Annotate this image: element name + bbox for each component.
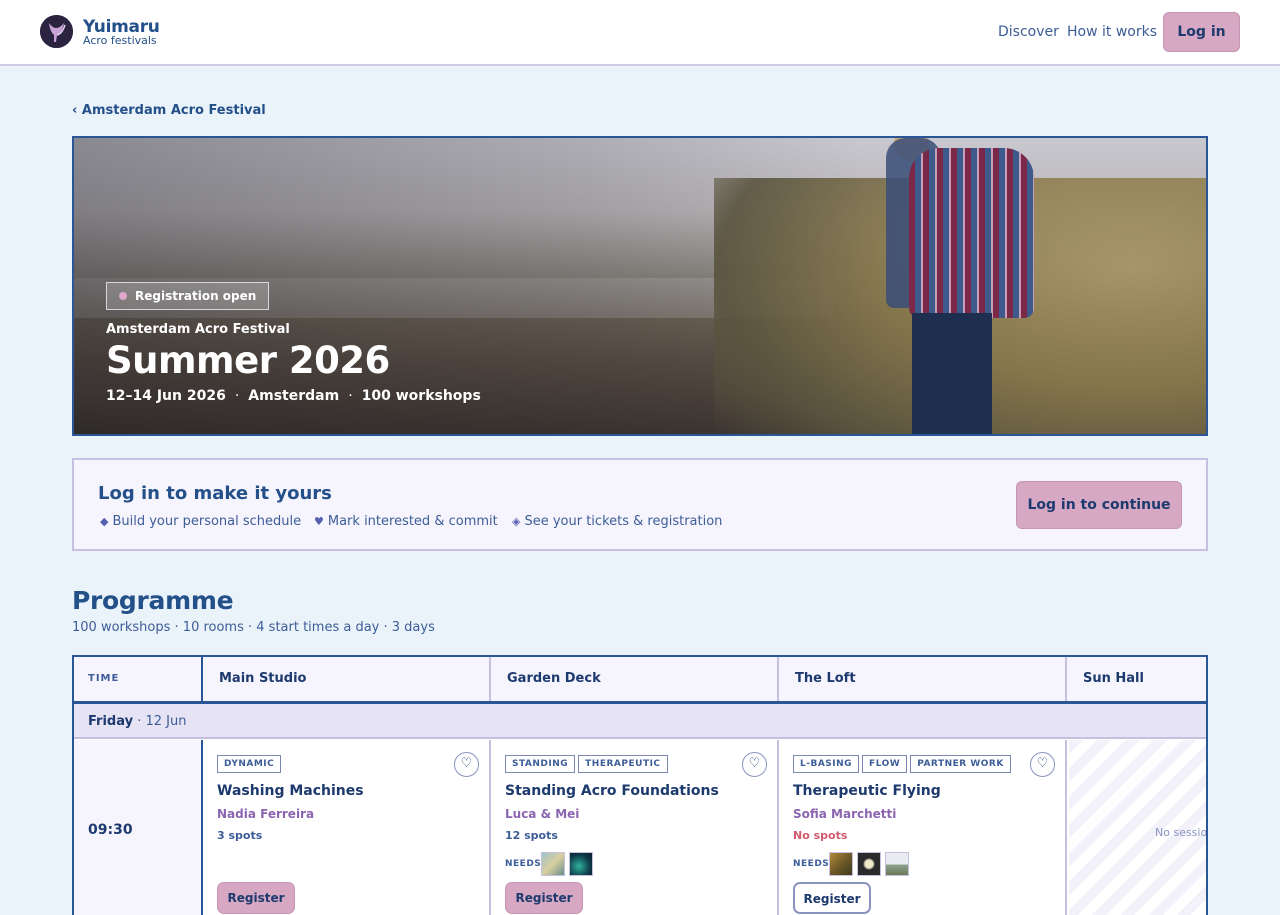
workshop-tags: STANDING THERAPEUTIC <box>505 751 671 773</box>
needs-label: NEEDS <box>505 859 542 869</box>
nav-link-discover[interactable]: Discover <box>998 24 1059 40</box>
workshop-spots: 12 spots <box>505 829 558 842</box>
back-to-festival-link[interactable]: ‹ Amsterdam Acro Festival <box>72 103 266 118</box>
promo-feature-label: Build your personal schedule <box>112 514 302 529</box>
no-sessions-label: No sessions <box>1155 826 1208 839</box>
meta-separator: · <box>234 388 240 404</box>
promo-title: Log in to make it yours <box>98 483 332 504</box>
column-header-room: Main Studio <box>203 657 491 701</box>
workshop-teacher: Nadia Ferreira <box>217 807 315 821</box>
login-button[interactable]: Log in <box>1163 12 1240 52</box>
needs-thumbnail-image[interactable] <box>541 852 565 876</box>
needs-thumbnail-image[interactable] <box>829 852 853 876</box>
needs-thumbnail-image[interactable] <box>569 852 593 876</box>
favorite-heart-icon[interactable]: ♡ <box>454 752 479 777</box>
day-name: Friday <box>88 714 134 729</box>
workshop-teacher: Luca & Mei <box>505 807 580 821</box>
workshop-tags: L-BASING FLOW PARTNER WORK <box>793 751 1014 773</box>
festival-name: Amsterdam Acro Festival <box>106 322 290 337</box>
promo-feature-schedule: ◆ Build your personal schedule <box>100 514 301 529</box>
programme-grid: TIME Main Studio Garden Deck The Loft Su… <box>72 655 1208 915</box>
event-hero: Registration open Amsterdam Acro Festiva… <box>72 136 1208 436</box>
event-dates: 12–14 Jun 2026 <box>106 388 226 404</box>
programme-heading: Programme <box>72 586 234 615</box>
workshop-tag: STANDING <box>505 755 576 773</box>
column-header-room: Sun Hall <box>1067 657 1206 701</box>
workshop-card[interactable]: DYNAMIC ♡ Washing Machines Nadia Ferreir… <box>203 740 491 915</box>
workshop-tag: THERAPEUTIC <box>578 755 668 773</box>
diamond-icon: ◆ <box>100 515 109 528</box>
promo-feature-label: Mark interested & commit <box>327 514 498 529</box>
heart-icon: ♥ <box>314 515 324 528</box>
time-slot-label: 09:30 <box>88 822 133 838</box>
needs-label: NEEDS <box>793 859 830 869</box>
workshop-teacher: Sofia Marchetti <box>793 807 897 821</box>
registration-status-label: Registration open <box>135 289 257 303</box>
needs-thumbnail-image[interactable] <box>857 852 881 876</box>
workshop-spots: 3 spots <box>217 829 263 842</box>
workshop-tag: L-BASING <box>793 755 860 773</box>
yuimaru-logo-icon[interactable] <box>40 15 73 48</box>
login-promo-panel: Log in to make it yours ◆ Build your pers… <box>72 458 1208 551</box>
workshop-card[interactable]: L-BASING FLOW PARTNER WORK ♡ Therapeutic F… <box>779 740 1067 915</box>
favorite-heart-icon[interactable]: ♡ <box>1030 752 1055 777</box>
empty-session-cell: No sessions <box>1069 740 1208 915</box>
promo-feature-label: See your tickets & registration <box>524 514 723 529</box>
workshop-tag: FLOW <box>862 755 908 773</box>
workshop-card[interactable]: STANDING THERAPEUTIC ♡ Standing Acro Foun… <box>491 740 779 915</box>
nav-link-how-it-works[interactable]: How it works <box>1067 24 1157 40</box>
day-date: · 12 Jun <box>137 714 187 729</box>
brand-tagline: Acro festivals <box>83 34 157 47</box>
column-header-room: Garden Deck <box>491 657 779 701</box>
event-workshop-count: 100 workshops <box>361 388 481 404</box>
time-slot-cell: 09:30 <box>74 740 203 915</box>
workshop-tag: PARTNER WORK <box>910 755 1011 773</box>
login-to-continue-button[interactable]: Log in to continue <box>1016 481 1182 529</box>
registration-status-badge: Registration open <box>106 282 270 310</box>
column-header-time: TIME <box>74 657 203 701</box>
column-header-room: The Loft <box>779 657 1067 701</box>
status-dot-icon <box>119 292 127 300</box>
workshop-tag: DYNAMIC <box>217 755 282 773</box>
event-title: Summer 2026 <box>106 339 390 382</box>
workshop-title[interactable]: Therapeutic Flying <box>793 783 941 799</box>
day-row-friday: Friday · 12 Jun <box>74 704 1206 739</box>
register-button[interactable]: Register <box>217 882 295 914</box>
ticket-icon: ◈ <box>512 515 521 528</box>
needs-thumbnail-image[interactable] <box>885 852 909 876</box>
promo-feature-tickets: ◈ See your tickets & registration <box>512 514 722 529</box>
workshop-title[interactable]: Washing Machines <box>217 783 364 799</box>
register-button[interactable]: Register <box>793 882 871 914</box>
favorite-heart-icon[interactable]: ♡ <box>742 752 767 777</box>
event-city: Amsterdam <box>248 388 340 404</box>
workshop-title[interactable]: Standing Acro Foundations <box>505 783 719 799</box>
top-navigation-bar: Yuimaru Acro festivals Discover How it w… <box>0 0 1280 66</box>
promo-feature-interested: ♥ Mark interested & commit <box>314 514 498 529</box>
workshop-tags: DYNAMIC <box>217 751 284 773</box>
meta-separator: · <box>348 388 353 404</box>
register-button[interactable]: Register <box>505 882 583 914</box>
event-meta: 12–14 Jun 2026 · Amsterdam · 100 workshops <box>106 388 481 404</box>
workshop-spots: No spots <box>793 829 848 842</box>
programme-summary: 100 workshops · 10 rooms · 4 start times… <box>72 620 435 635</box>
